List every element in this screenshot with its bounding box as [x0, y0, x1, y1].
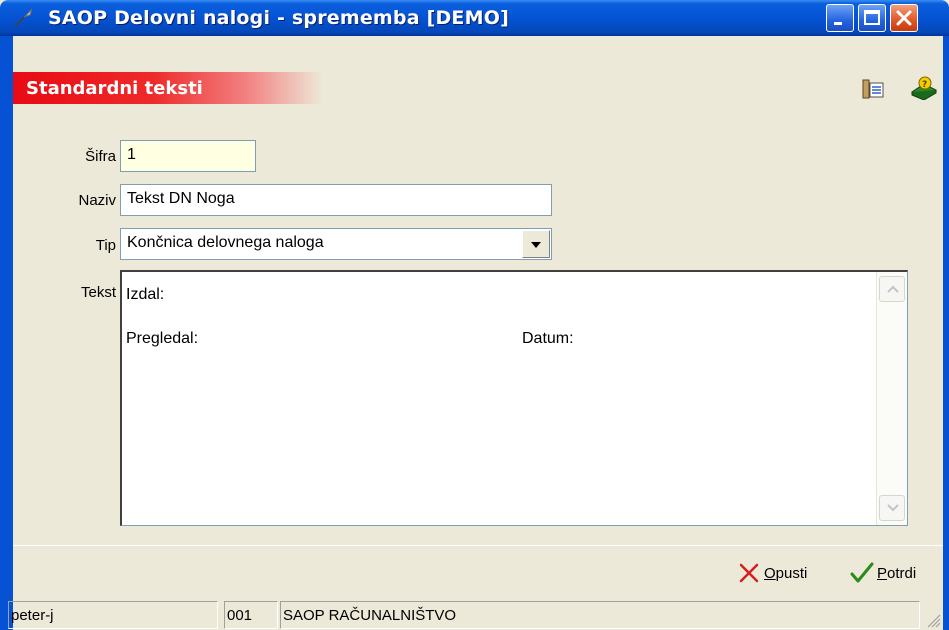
- close-button[interactable]: [890, 4, 918, 32]
- status-company-text: SAOP RAČUNALNIŠTVO: [283, 607, 457, 624]
- app-feather-icon: [14, 8, 33, 28]
- tekst-scrollbar[interactable]: [876, 272, 907, 525]
- tekst-line-pregledal: Pregledal:: [126, 330, 199, 347]
- resize-grip-icon[interactable]: [925, 612, 941, 628]
- status-user-text: peter-j: [11, 607, 54, 624]
- sifra-value: 1: [127, 146, 136, 163]
- svg-text:?: ?: [922, 80, 927, 90]
- maximize-icon: [864, 10, 880, 25]
- help-book-icon[interactable]: ?: [910, 76, 938, 100]
- naziv-value: Tekst DN Noga: [127, 190, 235, 207]
- minimize-button[interactable]: [826, 4, 854, 32]
- tip-value: Končnica delovnega naloga: [127, 234, 324, 251]
- chevron-up-icon: [887, 285, 899, 293]
- sifra-field[interactable]: 1: [120, 140, 256, 172]
- cancel-label: Opusti: [764, 564, 808, 582]
- minimize-icon: [834, 22, 842, 25]
- chevron-down-icon: [531, 242, 541, 248]
- cancel-button[interactable]: Opusti: [738, 557, 807, 589]
- section-title: Standardni teksti: [26, 78, 203, 99]
- naziv-label: Naziv: [78, 192, 116, 209]
- application-window: SAOP Delovni nalogi - sprememba [DEMO] S…: [0, 0, 949, 630]
- confirm-label: Potrdi: [877, 564, 917, 582]
- close-icon: [739, 563, 759, 583]
- window-title: SAOP Delovni nalogi - sprememba [DEMO]: [48, 7, 509, 29]
- scroll-up-button[interactable]: [879, 276, 905, 302]
- title-bar[interactable]: SAOP Delovni nalogi - sprememba [DEMO]: [0, 0, 949, 36]
- maximize-button[interactable]: [858, 4, 886, 32]
- sifra-label: Šifra: [85, 148, 116, 165]
- status-company: SAOP RAČUNALNIŠTVO: [280, 601, 920, 629]
- tekst-line-datum: Datum:: [522, 330, 574, 347]
- scroll-down-button[interactable]: [879, 495, 905, 521]
- window-frame-left: [0, 36, 13, 630]
- tekst-textarea[interactable]: Izdal: Pregledal: Datum:: [120, 270, 908, 526]
- tip-dropdown-button[interactable]: [522, 230, 550, 258]
- tip-label: Tip: [95, 237, 116, 254]
- tekst-label: Tekst: [80, 284, 116, 301]
- naziv-field[interactable]: Tekst DN Noga: [120, 184, 552, 216]
- confirm-button[interactable]: Potrdi: [850, 557, 916, 589]
- tekst-line-izdal: Izdal:: [126, 286, 165, 303]
- status-user: peter-j: [8, 601, 218, 629]
- checkmark-icon: [850, 562, 874, 583]
- status-code-text: 001: [227, 607, 253, 624]
- close-icon: [896, 10, 912, 26]
- window-frame-right: [943, 36, 949, 630]
- status-code: 001: [224, 601, 278, 629]
- chevron-down-icon: [887, 504, 899, 512]
- button-row-divider: [13, 545, 943, 546]
- tip-select[interactable]: Končnica delovnega naloga: [120, 228, 552, 260]
- list-view-icon[interactable]: [862, 79, 884, 99]
